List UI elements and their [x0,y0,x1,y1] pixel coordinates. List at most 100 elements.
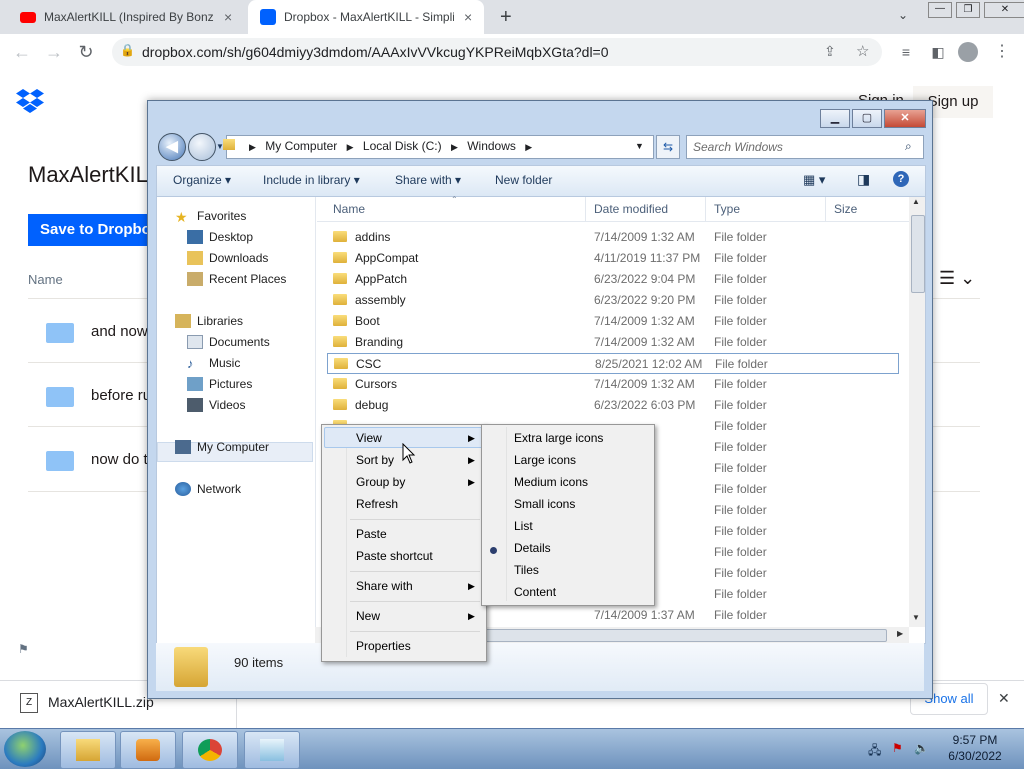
column-divider[interactable] [585,197,586,221]
submenu-item-extra-large-icons[interactable]: Extra large icons [514,431,603,445]
view-options-icon[interactable]: ☰ ⌄ [939,268,975,289]
save-to-dropbox-button[interactable]: Save to Dropbox [28,214,153,246]
restore-window-button[interactable]: ❐ [956,2,980,18]
change-view-icon[interactable]: ▦ ▾ [803,172,825,188]
column-type[interactable]: Type [714,202,740,216]
nav-network[interactable]: Network [175,482,241,496]
volume-icon[interactable]: 🔈 [914,741,929,755]
search-icon[interactable]: ⌕ [905,139,912,154]
include-in-library-button[interactable]: Include in library ▾ [263,173,360,187]
start-button[interactable] [4,731,46,767]
nav-videos[interactable]: Videos [187,398,245,412]
explorer-address-bar[interactable]: ▶ My Computer ▶ Local Disk (C:) ▶ Window… [223,135,654,159]
file-row[interactable]: AppCompat 4/11/2019 11:37 PM File folder [327,248,899,269]
nav-downloads[interactable]: Downloads [187,251,268,265]
back-arrow-icon[interactable]: ← [12,42,32,62]
breadcrumb-my-computer[interactable]: My Computer [265,139,337,153]
minimize-button[interactable]: ▁ [820,109,850,128]
profile-avatar-icon[interactable] [958,42,978,62]
help-icon[interactable]: ? [893,171,909,187]
preview-pane-icon[interactable]: ◨ [857,171,870,188]
forward-button[interactable] [188,133,216,161]
nav-music[interactable]: ♪ Music [187,356,240,371]
scroll-up-arrow-icon[interactable]: ▲ [912,197,920,206]
url-text[interactable]: dropbox.com/sh/g604dmiyy3dmdom/AAAxIvVVk… [142,44,609,60]
menu-item-share-with[interactable]: Share with [356,579,413,593]
close-button[interactable]: ✕ [884,109,926,128]
browser-tab-active[interactable]: Dropbox - MaxAlertKILL - Simpli × [248,0,484,34]
reading-list-icon[interactable]: ≡ [896,42,916,62]
search-input[interactable]: Search Windows ⌕ [686,135,924,159]
file-row[interactable]: Cursors 7/14/2009 1:32 AM File folder [327,374,899,395]
nav-recent-places[interactable]: Recent Places [187,272,286,286]
dropbox-logo-icon[interactable] [16,88,44,114]
column-divider[interactable] [825,197,826,221]
flag-icon[interactable]: ⚑ [18,642,29,656]
maximize-button[interactable]: ▢ [852,109,882,128]
forward-arrow-icon[interactable]: → [44,42,64,62]
scroll-right-arrow-icon[interactable]: ▶ [897,629,903,638]
column-size[interactable]: Size [834,202,857,216]
file-row[interactable]: AppPatch 6/23/2022 9:04 PM File folder [327,269,899,290]
vertical-scrollbar[interactable]: ▲ ▼ [909,197,925,627]
file-row[interactable]: Branding 7/14/2009 1:32 AM File folder [327,332,899,353]
taskbar-media-player-button[interactable] [120,731,176,769]
submenu-item-small-icons[interactable]: Small icons [514,497,575,511]
system-clock[interactable]: 9:57 PM 6/30/2022 [935,732,1015,764]
share-with-button[interactable]: Share with ▾ [395,173,461,187]
share-icon[interactable]: ⇪ [824,43,836,60]
new-tab-button[interactable]: + [500,6,512,29]
back-button[interactable]: ◀ [158,133,186,161]
nav-pictures[interactable]: Pictures [187,377,252,391]
name-column-header[interactable]: Name [28,272,63,287]
network-tray-icon[interactable]: 🖧 [868,741,882,757]
menu-item-view[interactable]: View [356,431,382,445]
column-date-modified[interactable]: Date modified [594,202,668,216]
submenu-item-content[interactable]: Content [514,585,556,599]
file-row[interactable]: CSC 8/25/2021 12:02 AM File folder [327,353,899,374]
menu-item-refresh[interactable]: Refresh [356,497,398,511]
nav-my-computer[interactable]: My Computer [175,440,269,454]
tab-search-chevron-icon[interactable]: ⌄ [898,8,908,22]
menu-item-paste[interactable]: Paste [356,527,387,541]
close-downloads-bar-button[interactable]: ✕ [998,690,1010,707]
submenu-item-tiles[interactable]: Tiles [514,563,539,577]
scroll-down-arrow-icon[interactable]: ▼ [912,613,920,622]
taskbar-notepad-button[interactable] [244,731,300,769]
action-center-icon[interactable]: ⚑ [892,741,906,755]
vertical-scroll-thumb[interactable] [911,215,925,293]
minimize-window-button[interactable]: — [928,2,952,18]
menu-kebab-icon[interactable]: ⋮ [992,42,1012,62]
file-row[interactable]: debug 6/23/2022 6:03 PM File folder [327,395,899,416]
refresh-icon[interactable]: ⇆ [656,135,680,159]
file-row[interactable]: addins 7/14/2009 1:32 AM File folder [327,227,899,248]
tab-close-icon[interactable]: × [224,9,232,25]
nav-documents[interactable]: Documents [187,335,270,349]
new-folder-button[interactable]: New folder [495,173,552,187]
address-bar[interactable]: 🔒 dropbox.com/sh/g604dmiyy3dmdom/AAAxIvV… [112,38,882,66]
browser-tab[interactable]: MaxAlertKILL (Inspired By Bonzi × [8,0,244,34]
bookmark-star-icon[interactable]: ☆ [856,42,869,60]
taskbar-explorer-button[interactable] [60,731,116,769]
address-dropdown-icon[interactable]: ▼ [635,141,644,151]
nav-libraries[interactable]: Libraries [175,314,243,328]
nav-desktop[interactable]: Desktop [187,230,253,244]
submenu-item-large-icons[interactable]: Large icons [514,453,576,467]
submenu-item-details[interactable]: Details [514,541,551,555]
organize-button[interactable]: Organize ▾ [173,173,231,187]
column-name[interactable]: Name [333,202,365,216]
reload-icon[interactable]: ↻ [76,42,96,62]
file-row[interactable]: Boot 7/14/2009 1:32 AM File folder [327,311,899,332]
submenu-item-list[interactable]: List [514,519,533,533]
close-window-button[interactable]: ✕ [984,2,1024,18]
menu-item-group-by[interactable]: Group by [356,475,405,489]
side-panel-icon[interactable]: ◧ [928,42,948,62]
breadcrumb-windows[interactable]: Windows [467,139,516,153]
taskbar-chrome-button[interactable] [182,731,238,769]
file-row[interactable]: assembly 6/23/2022 9:20 PM File folder [327,290,899,311]
menu-item-new[interactable]: New [356,609,380,623]
column-divider[interactable] [705,197,706,221]
breadcrumb-local-disk[interactable]: Local Disk (C:) [363,139,442,153]
nav-favorites[interactable]: ★ Favorites [175,209,246,225]
menu-item-properties[interactable]: Properties [356,639,411,653]
